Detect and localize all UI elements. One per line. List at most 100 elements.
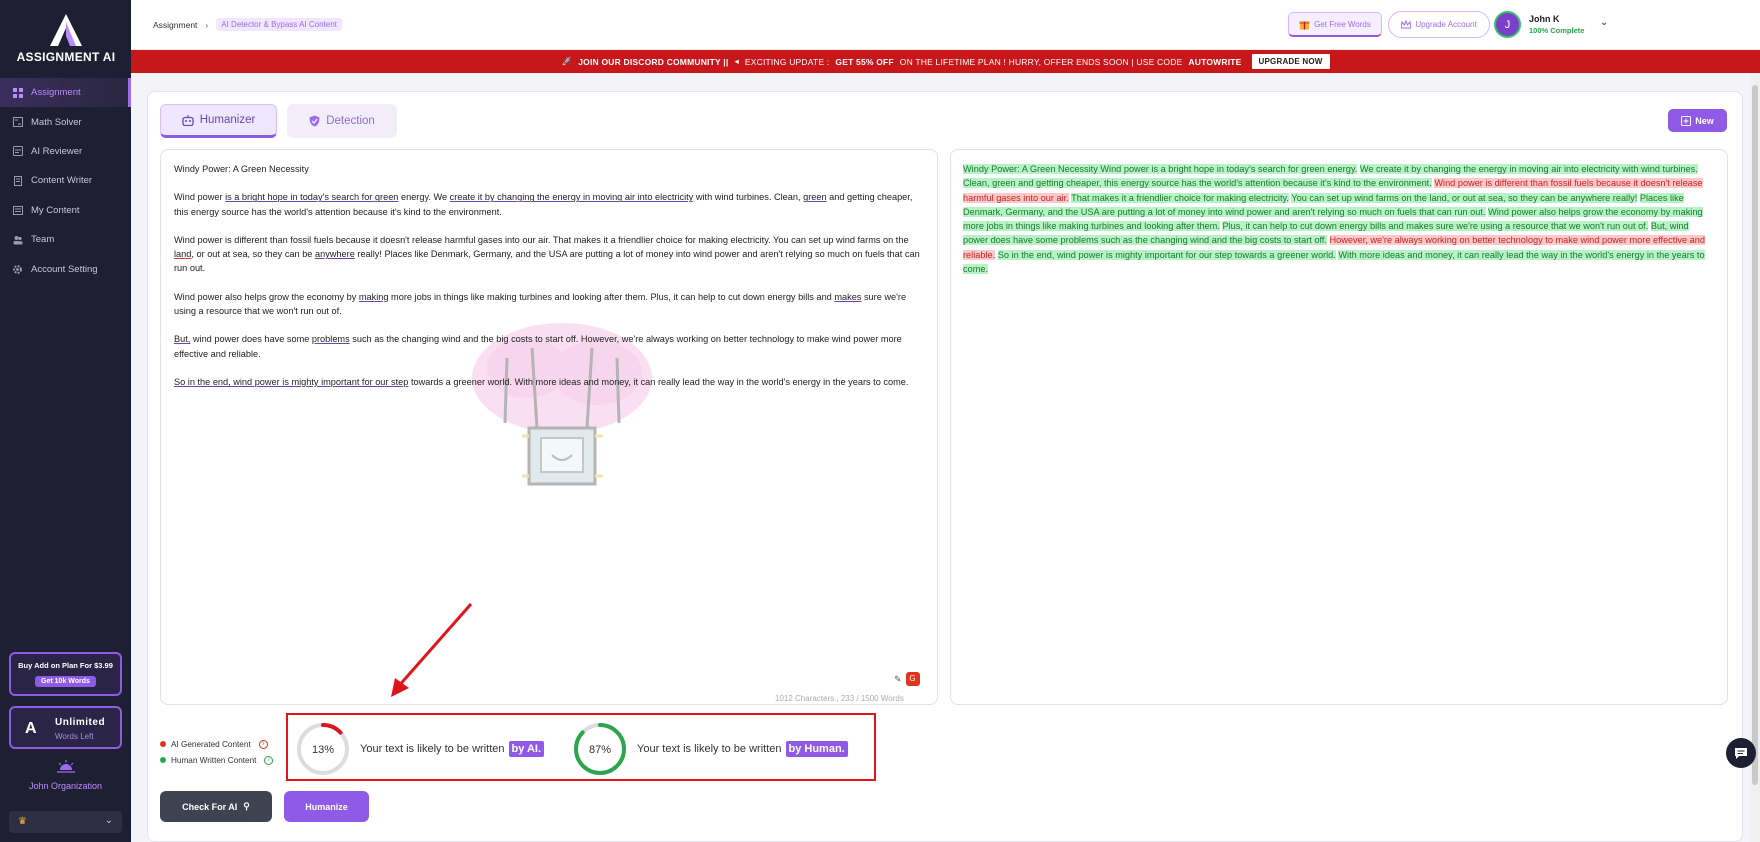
new-document-icon: [1681, 115, 1692, 126]
human-percent: 87%: [589, 744, 611, 756]
upgrade-label: Upgrade Account: [1415, 20, 1477, 29]
editor-tools: ✎ G: [894, 672, 920, 686]
sidebar-item-math-solver[interactable]: Math Solver: [0, 107, 131, 136]
sidebar-item-assignment[interactable]: Assignment: [0, 78, 131, 108]
red-arrow-annotation: [391, 603, 473, 697]
document-icon: [12, 175, 23, 186]
chat-button[interactable]: [1726, 738, 1756, 768]
upgrade-now-button[interactable]: UPGRADE NOW: [1251, 54, 1330, 69]
gift-icon: [1299, 21, 1310, 29]
banner-discount: GET 55% OFF: [835, 56, 894, 67]
human-score-gauge: 87%: [574, 723, 626, 775]
plan-subtitle: Words Left: [55, 732, 94, 741]
info-icon[interactable]: i: [258, 739, 268, 749]
legend: AI Generated Content i Human Written Con…: [160, 736, 274, 768]
grammar-check-icon[interactable]: G: [905, 672, 920, 686]
sidebar-item-team[interactable]: Team: [0, 225, 131, 254]
editor-paragraph: Wind power is different than fossil fuel…: [174, 234, 920, 274]
sidebar-item-my-content[interactable]: My Content: [0, 196, 131, 225]
plan-title: Unlimited: [55, 717, 106, 728]
gear-icon: [12, 264, 23, 275]
editor-text[interactable]: Windy Power: A Green Necessity Wind powe…: [174, 162, 924, 403]
chevron-down-icon[interactable]: ⌄: [1600, 17, 1608, 28]
tab-detection[interactable]: Detection: [287, 104, 397, 138]
humanize-label: Humanize: [305, 801, 348, 812]
search-icon: ⚲: [243, 801, 250, 811]
ai-score-gauge: 13%: [297, 723, 349, 775]
sidebar-item-label: Math Solver: [31, 116, 82, 128]
banner-offer: ON THE LIFETIME PLAN ! HURRY, OFFER ENDS…: [899, 56, 1183, 67]
editor-paragraph: Wind power is a bright hope in today's s…: [174, 192, 913, 217]
breadcrumb: Assignment › AI Detector & Bypass AI Con…: [153, 18, 342, 31]
new-button[interactable]: New: [1668, 109, 1727, 132]
get-free-words-button[interactable]: Get Free Words: [1288, 12, 1382, 37]
legend-human: Human Written Content i: [160, 752, 274, 768]
upgrade-account-button[interactable]: Upgrade Account: [1388, 11, 1490, 38]
ai-result-label: Your text is likely to be written: [360, 743, 505, 755]
editor-paragraph: But, wind power does have some problems …: [174, 334, 902, 359]
sidebar-item-label: My Content: [31, 204, 80, 216]
analysis-text: Windy Power: A Green Necessity Wind powe…: [963, 164, 1705, 275]
red-dot-icon: [160, 741, 166, 747]
crown-icon: ♛: [18, 816, 27, 827]
tab-humanizer[interactable]: Humanizer: [160, 104, 277, 138]
sidebar-item-label: Content Writer: [31, 175, 93, 187]
info-icon[interactable]: i: [264, 755, 274, 765]
chevron-right-icon: ›: [205, 19, 209, 30]
organization-select[interactable]: ♛ ⌄: [9, 811, 122, 833]
shield-icon: [309, 115, 320, 127]
chevron-down-icon: ⌄: [104, 815, 113, 826]
sidebar-item-content-writer[interactable]: Content Writer: [0, 166, 131, 195]
user-name[interactable]: John K: [1529, 14, 1560, 24]
avatar[interactable]: J: [1494, 11, 1521, 38]
human-result-label: Your text is likely to be written: [637, 743, 782, 755]
editor-paragraph: Wind power also helps grow the economy b…: [174, 291, 907, 317]
organization-name: John Organization: [28, 781, 103, 791]
profile-status: 100% Complete: [1529, 26, 1585, 35]
sidebar-item-label: AI Reviewer: [31, 145, 83, 157]
tab-label: Detection: [326, 115, 375, 127]
promo-banner: 🚀 JOIN OUR DISCORD COMMUNITY || ◂ EXCITI…: [131, 50, 1760, 73]
detection-results: 13% Your text is likely to be written by…: [286, 713, 876, 781]
megaphone-icon: ◂: [734, 56, 739, 66]
check-label: Check For AI: [182, 801, 238, 812]
banner-code: AUTOWRITE: [1188, 56, 1242, 67]
green-dot-icon: [160, 757, 166, 763]
sidebar-item-ai-reviewer[interactable]: AI Reviewer: [0, 137, 131, 166]
banner-discord[interactable]: JOIN OUR DISCORD COMMUNITY ||: [578, 57, 728, 67]
breadcrumb-current: AI Detector & Bypass AI Content: [216, 18, 342, 31]
addon-promo[interactable]: Buy Add on Plan For $3.99 Get 10k Words: [9, 652, 122, 696]
sidebar-item-label: Team: [31, 234, 55, 246]
editor-title: Windy Power: A Green Necessity: [174, 164, 309, 174]
scrollbar-thumb[interactable]: [1752, 85, 1758, 785]
rocket-icon: 🚀: [561, 56, 573, 66]
output-panel: Windy Power: A Green Necessity Wind powe…: [950, 149, 1728, 705]
feather-icon[interactable]: ✎: [894, 674, 902, 685]
logo[interactable]: ASSIGNMENT AI: [14, 12, 118, 68]
new-button-label: New: [1695, 115, 1714, 126]
crown-icon: [1401, 20, 1412, 29]
ai-percent: 13%: [312, 744, 334, 756]
folder-icon: [12, 205, 23, 216]
free-words-label: Get Free Words: [1314, 19, 1371, 29]
banner-update: EXCITING UPDATE :: [744, 56, 830, 67]
check-for-ai-button[interactable]: Check For AI ⚲: [160, 791, 272, 822]
chat-icon: [1735, 747, 1747, 759]
grid-icon: [12, 87, 23, 98]
input-editor[interactable]: Windy Power: A Green Necessity Wind powe…: [160, 149, 938, 705]
humanize-button[interactable]: Humanize: [284, 791, 369, 822]
plan-card: A Unlimited Words Left: [9, 706, 122, 749]
sunrise-icon: [57, 760, 75, 773]
ai-tag: by AI.: [508, 741, 545, 757]
reviewer-icon: [12, 146, 23, 157]
word-counter: 1012 Characters , 233 / 1500 Words: [775, 694, 904, 703]
math-icon: [12, 117, 23, 128]
legend-ai-label: AI Generated Content: [171, 739, 251, 749]
promo-text: Buy Add on Plan For $3.99: [18, 661, 113, 670]
get-10k-words-button[interactable]: Get 10k Words: [35, 676, 96, 687]
tab-label: Humanizer: [199, 114, 256, 126]
human-tag: by Human.: [785, 741, 848, 757]
ai-result-text: Your text is likely to be written by AI.: [360, 741, 545, 757]
sidebar-item-account-setting[interactable]: Account Setting: [0, 254, 131, 283]
breadcrumb-assignment[interactable]: Assignment: [153, 20, 197, 30]
